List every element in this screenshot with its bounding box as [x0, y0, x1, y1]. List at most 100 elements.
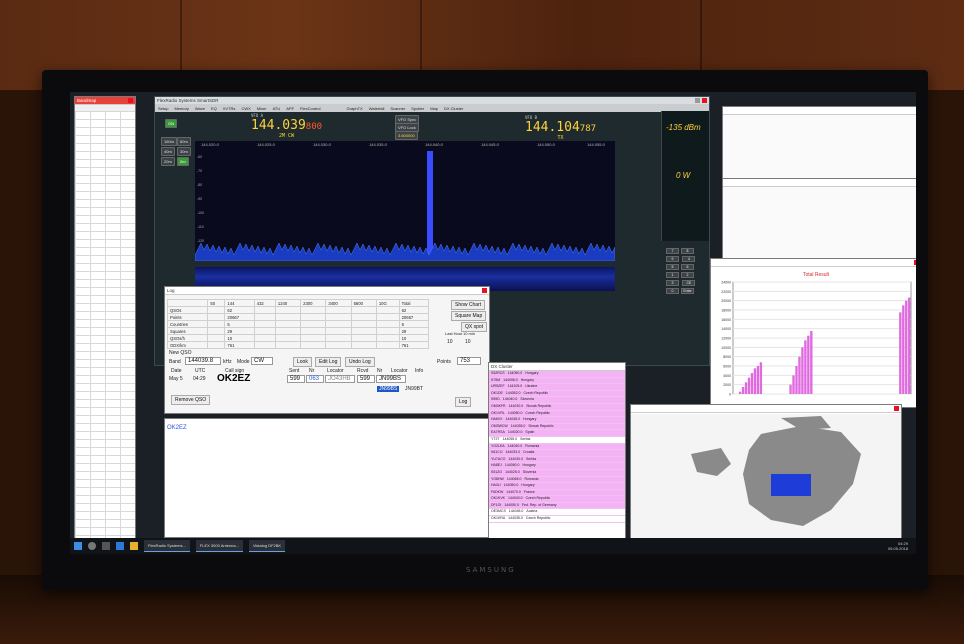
keypad-key[interactable]: CE	[682, 280, 696, 286]
spreadsheet-grid[interactable]	[75, 111, 135, 545]
band-button[interactable]: 80m	[177, 137, 191, 146]
cluster-row[interactable]: UR5ZEF 144105.0 Ukraine	[489, 384, 625, 391]
band-button[interactable]: 20m	[161, 157, 175, 166]
close-icon[interactable]	[702, 98, 707, 103]
cluster-row[interactable]: OK1VRL 144050.0 Czech Republic	[489, 410, 625, 418]
cluster-row[interactable]: OK1DE 144052.0 Czech Republic	[489, 390, 625, 398]
remove-qso-button[interactable]: Remove QSO	[171, 395, 211, 405]
close-icon[interactable]	[128, 98, 133, 103]
menu-item[interactable]: ATU	[273, 106, 281, 111]
keypad-key[interactable]: 8	[681, 248, 694, 254]
cluster-row[interactable]: HA3LI 144050.0 Hungary	[489, 483, 625, 490]
cluster-row[interactable]: YU7ACO 144030.0 Serbia	[489, 456, 625, 464]
menu-item[interactable]: Memory	[174, 106, 188, 111]
tab-waterfall[interactable]: Waterfall	[369, 106, 385, 111]
tab-spotter[interactable]: Spotter	[411, 106, 424, 111]
taskbar-app[interactable]: FLEX 3000 Antenna...	[195, 540, 243, 552]
cluster-row[interactable]: F6DKW 144070.0 France	[489, 489, 625, 497]
cluster-row[interactable]: YO2LEA 144040.0 Romania	[489, 443, 625, 451]
step-display[interactable]: 3.600000	[395, 131, 418, 140]
band-button[interactable]: 40m	[161, 147, 175, 156]
mode-select[interactable]: CW	[251, 357, 273, 365]
cluster-row[interactable]: S52RCS 144050.0 Hungary	[489, 371, 625, 378]
tab-graph[interactable]: GraphTX	[347, 106, 363, 111]
keypad-key[interactable]: 1	[666, 272, 679, 278]
locator-field[interactable]: JO43HB	[325, 375, 355, 383]
cluster-titlebar[interactable]: DX Cluster	[489, 363, 625, 371]
cluster-row[interactable]: OK1KRA 144035.0 Czech Republic	[489, 516, 625, 523]
power-button[interactable]: ON	[165, 119, 177, 128]
minimize-icon[interactable]	[695, 98, 700, 103]
menu-item[interactable]: Mixer	[257, 106, 267, 111]
callsign-field[interactable]: OK2EZ	[217, 373, 250, 384]
menu-item[interactable]: EQ	[211, 106, 217, 111]
square-map-button[interactable]: Square Map	[451, 311, 487, 321]
search-icon[interactable]	[88, 542, 96, 550]
menu-item[interactable]: Setup	[158, 106, 168, 111]
vfo-a[interactable]: VFO A 144.039800 2M CW	[251, 113, 322, 139]
cluster-row[interactable]: EA7RSA 144020.0 Spain	[489, 430, 625, 437]
edit-log-button[interactable]: Edit Log	[315, 357, 342, 367]
keypad-key[interactable]: 6	[681, 264, 694, 270]
locator-suggestion[interactable]: JN99BS	[377, 386, 400, 392]
cluster-row[interactable]: S75M 144055.0 Hungary	[489, 377, 625, 385]
tab-map[interactable]: Map	[430, 106, 438, 111]
taskbar-app[interactable]: Vistalog DF2BK	[248, 540, 286, 552]
chart-titlebar[interactable]	[711, 259, 916, 267]
spectrum-display[interactable]: 144.020.0 144.025.0 144.030.0 144.035.0 …	[194, 141, 616, 262]
nr-field[interactable]: 063	[306, 375, 324, 383]
keypad-key[interactable]: 7	[666, 248, 679, 254]
keypad-key[interactable]: 0	[666, 288, 679, 294]
band-button[interactable]: 30m	[177, 147, 191, 156]
sdr-titlebar[interactable]: FlexRadio Systems SmartSDR	[155, 97, 709, 105]
cluster-row[interactable]: S51ZO 144025.0 Slovenia	[489, 469, 625, 477]
tab-dx-cluster[interactable]: DX Cluster	[444, 106, 463, 111]
logger-titlebar[interactable]	[723, 107, 916, 115]
map-titlebar[interactable]	[631, 405, 901, 413]
task-view-icon[interactable]	[102, 542, 110, 550]
log-titlebar[interactable]: Log	[165, 287, 489, 295]
folder-icon[interactable]	[130, 542, 138, 550]
close-icon[interactable]	[482, 288, 487, 293]
show-chart-button[interactable]: Show Chart	[451, 300, 486, 310]
close-icon[interactable]	[914, 260, 916, 265]
log-button[interactable]: Log	[455, 397, 472, 407]
keypad-key[interactable]: 3	[666, 280, 679, 286]
keypad-key[interactable]: 2	[681, 272, 694, 278]
cluster-row[interactable]: YO8HW 144065.0 Romania	[489, 476, 625, 484]
tab-scanner[interactable]: Scanner	[390, 106, 405, 111]
close-icon[interactable]	[894, 406, 899, 411]
menu-item[interactable]: Wave	[195, 106, 205, 111]
locator2-field[interactable]: JN99BS	[376, 375, 406, 383]
undo-log-button[interactable]: Undo Log	[345, 357, 375, 367]
menu-item[interactable]: APF	[286, 106, 294, 111]
band-field[interactable]: 144039.8	[185, 357, 221, 365]
keypad-key[interactable]: 9	[666, 256, 679, 262]
cluster-row[interactable]: OM3WCW 144035.0 Slovak Republic	[489, 423, 625, 431]
look-button[interactable]: Look	[293, 357, 312, 367]
rcvd-field[interactable]: 599	[357, 375, 375, 383]
vfo-b[interactable]: VFO B 144.104787 TX	[525, 115, 596, 141]
spreadsheet-titlebar[interactable]: Bandmap	[75, 97, 135, 105]
cluster-row[interactable]: 9A1CIJ 144033.0 Croatia	[489, 450, 625, 457]
menu-item[interactable]: XVTRs	[223, 106, 236, 111]
cluster-row[interactable]: DF1OI 144050.0 Fed. Rep. of Germany	[489, 502, 625, 510]
qso-list-entry[interactable]: OK2EZ	[167, 425, 187, 431]
band-button[interactable]: 2m	[177, 157, 189, 166]
edge-icon[interactable]	[116, 542, 124, 550]
cluster-row[interactable]: OM3KFR 144030.0 Slovak Republic	[489, 403, 625, 411]
keypad-key[interactable]: Enter	[681, 288, 694, 294]
cluster-row[interactable]: HA8EJ 144060.0 Hungary	[489, 463, 625, 470]
system-tray[interactable]: 04:29 05.05.2018	[888, 541, 916, 551]
keyer-titlebar[interactable]	[723, 179, 916, 187]
taskbar-app[interactable]: FlexRadio Systems...	[144, 540, 190, 552]
start-icon[interactable]	[74, 542, 82, 550]
cluster-row[interactable]: YT2T 144055.0 Serbia	[489, 437, 625, 444]
menu-item[interactable]: CWX	[241, 106, 250, 111]
menu-item[interactable]: FlexControl	[300, 106, 320, 111]
keypad-key[interactable]: 4	[682, 256, 696, 262]
sent-field[interactable]: 599	[287, 375, 305, 383]
cluster-row[interactable]: OE3MCS 144045.0 Austria	[489, 509, 625, 517]
cluster-row[interactable]: HA6VX 144045.0 Hungary	[489, 417, 625, 424]
keypad-key[interactable]: 5	[666, 264, 679, 270]
